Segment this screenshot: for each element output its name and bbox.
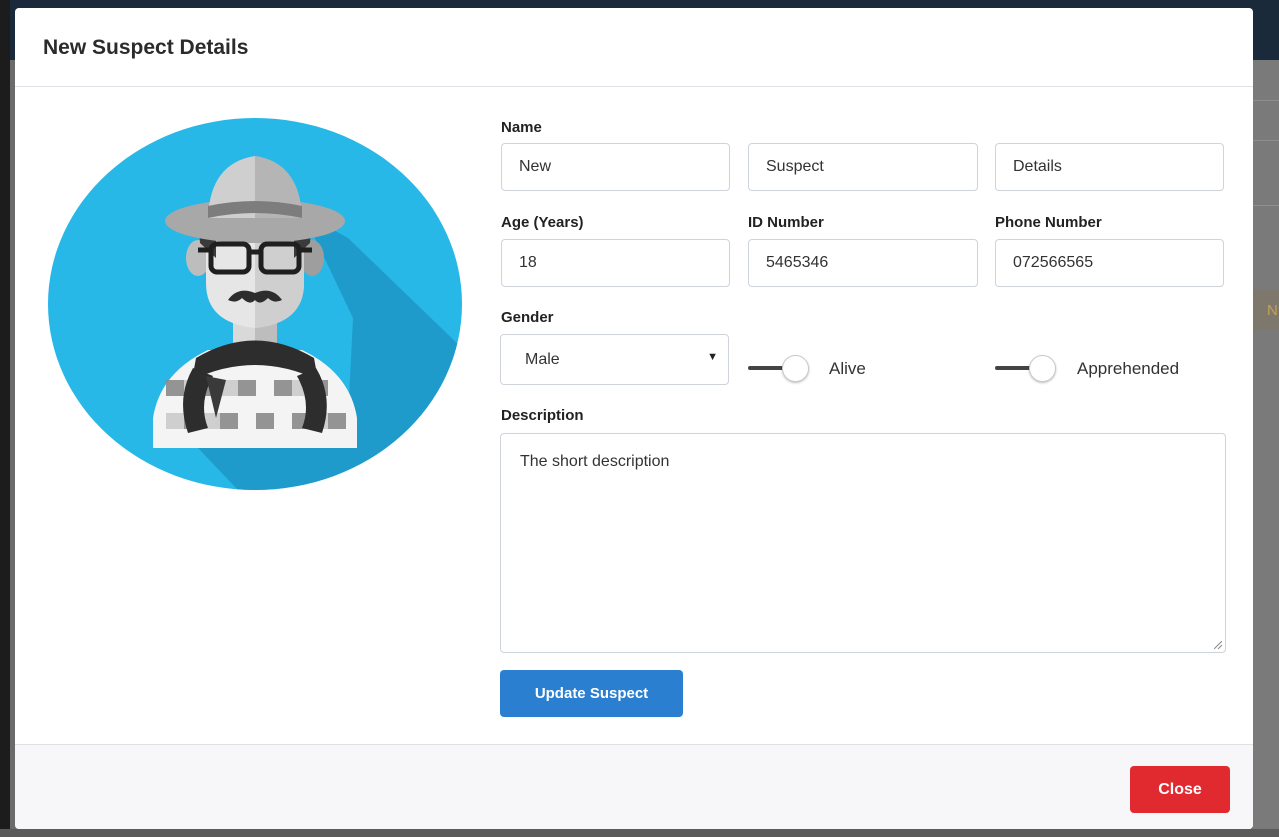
gender-label: Gender: [501, 309, 554, 326]
middle-name-input[interactable]: [748, 143, 978, 191]
alive-label: Alive: [829, 359, 866, 378]
gender-select[interactable]: Male ▼: [500, 334, 729, 385]
suspect-avatar-icon: [48, 118, 462, 490]
first-name-input[interactable]: [501, 143, 730, 191]
close-button[interactable]: Close: [1130, 766, 1230, 813]
background-row-divider: [1253, 100, 1279, 101]
background-left-edge: [0, 0, 10, 837]
age-input[interactable]: [501, 239, 730, 287]
update-suspect-button[interactable]: Update Suspect: [500, 670, 683, 717]
background-highlight-cell: N: [1253, 290, 1279, 330]
apprehended-toggle[interactable]: [995, 354, 1057, 382]
toggle-knob: [1029, 355, 1056, 382]
modal-title: New Suspect Details: [43, 36, 249, 59]
caret-down-icon: ▼: [707, 351, 718, 363]
description-textarea[interactable]: The short description: [500, 433, 1226, 653]
id-number-label: ID Number: [748, 214, 824, 231]
phone-number-input[interactable]: [995, 239, 1224, 287]
description-text: The short description: [520, 453, 670, 470]
gender-selected-value: Male: [525, 351, 560, 368]
resize-grip-icon[interactable]: [1214, 641, 1222, 649]
phone-number-label: Phone Number: [995, 214, 1102, 231]
name-label: Name: [501, 119, 542, 136]
toggle-knob: [782, 355, 809, 382]
description-label: Description: [501, 407, 584, 424]
apprehended-label: Apprehended: [1077, 359, 1180, 378]
modal-footer: Close: [15, 744, 1253, 829]
age-label: Age (Years): [501, 214, 584, 231]
background-bottom-edge: [0, 829, 1279, 837]
id-number-input[interactable]: [748, 239, 978, 287]
background-peek-text: N: [1267, 302, 1278, 319]
background-row-divider: [1253, 140, 1279, 141]
modal-header: New Suspect Details: [15, 8, 1253, 87]
last-name-input[interactable]: [995, 143, 1224, 191]
background-right-strip: N: [1253, 60, 1279, 837]
alive-toggle[interactable]: [748, 354, 810, 382]
suspect-details-modal: New Suspect Details Name New Suspect Det…: [15, 8, 1253, 829]
background-row-divider: [1253, 205, 1279, 206]
